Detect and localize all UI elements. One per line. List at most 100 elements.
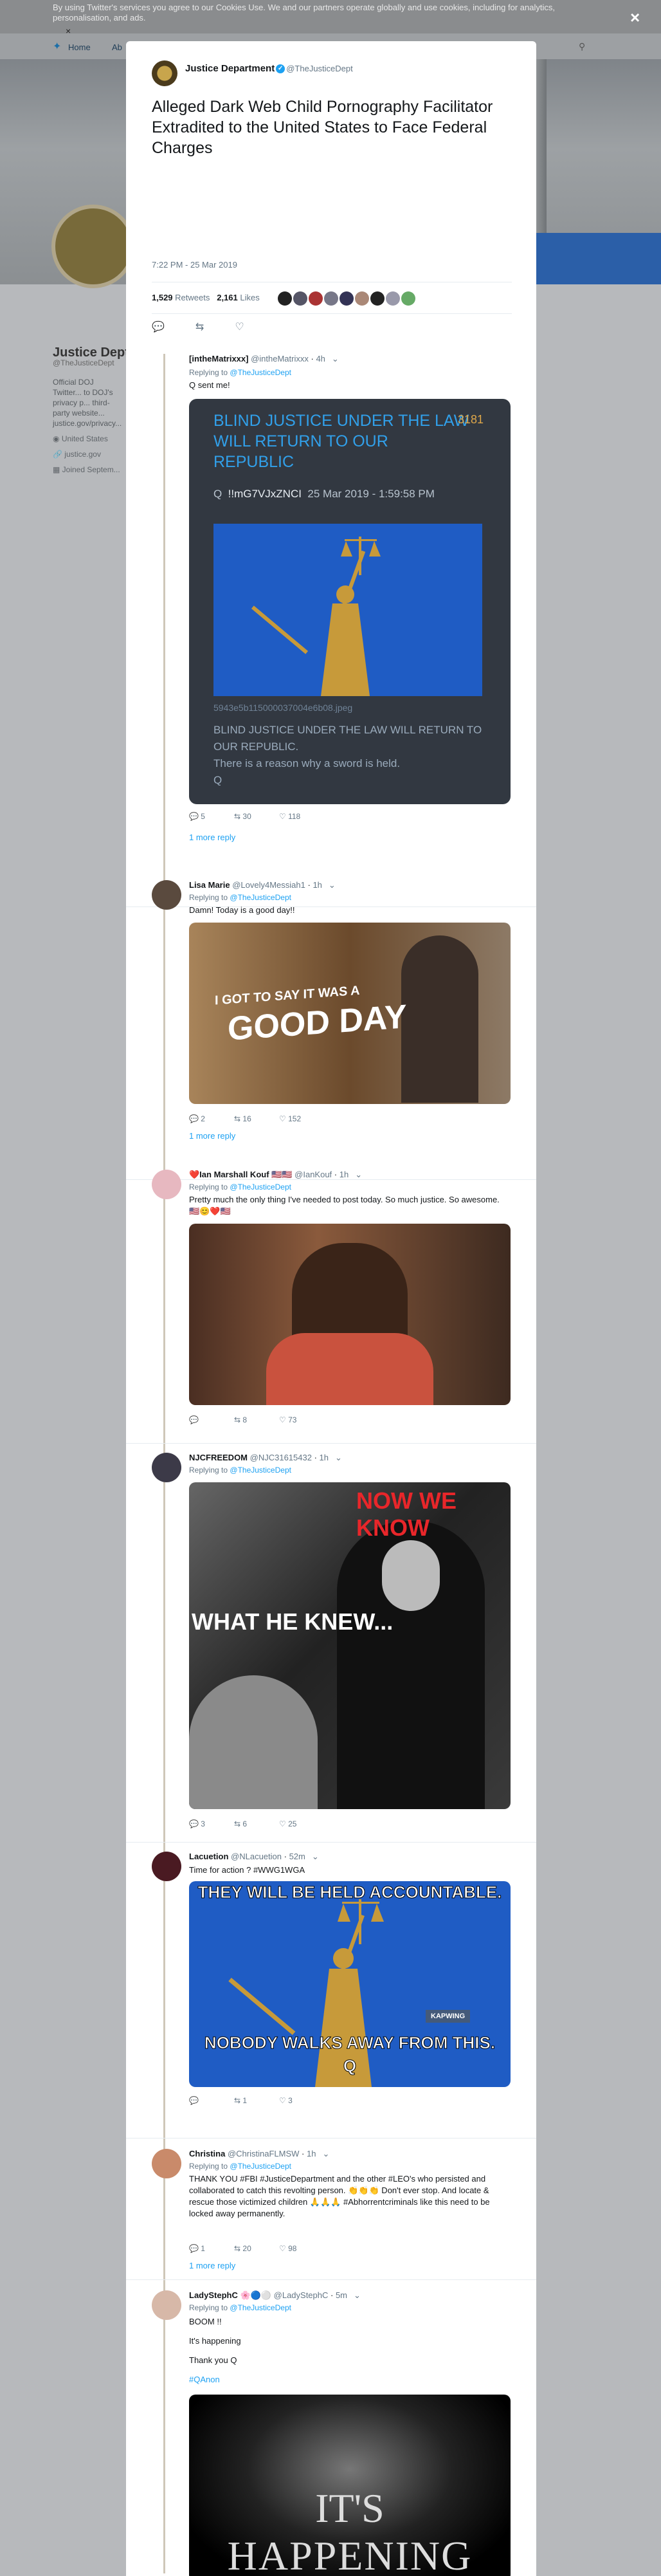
reply-tweet[interactable]: LadyStephC 🌸🔵⚪ @LadyStephC · 5m ⌄ Replyin… — [126, 2280, 536, 2576]
retweet-icon[interactable]: ⇆ — [195, 320, 204, 333]
reply-tweet[interactable]: Lisa Marie @Lovely4Messiah1 · 1h ⌄ Replyi… — [126, 871, 536, 1180]
reply-actions: 💬 ⇆ 8 ♡ 73 — [189, 1415, 324, 1424]
reply-author[interactable]: Lisa Marie @Lovely4Messiah1 · 1h ⌄ — [189, 880, 336, 890]
reply-author[interactable]: Lacuetion @NLacuetion · 52m ⌄ — [189, 1852, 319, 1862]
chevron-down-icon: ⌄ — [311, 1852, 319, 1861]
tweet-text: Alleged Dark Web Child Pornography Facil… — [152, 98, 493, 157]
retweet-count[interactable]: 1,529 — [152, 293, 173, 302]
reply-avatar[interactable] — [152, 2290, 181, 2320]
chevron-down-icon: ⌄ — [328, 880, 336, 890]
reply-avatar[interactable] — [152, 1852, 181, 1881]
like-icon[interactable]: ♡ — [235, 320, 244, 333]
reply-text: Pretty much the only thing I've needed t… — [189, 1195, 500, 1216]
like-count[interactable]: ♡ 152 — [279, 1114, 324, 1123]
verified-icon: ✓ — [276, 64, 285, 74]
more-replies-link[interactable]: 1 more reply — [189, 833, 235, 842]
reply-count[interactable]: 💬 — [189, 1415, 234, 1424]
tweet-timestamp[interactable]: 7:22 PM - 25 Mar 2019 — [152, 260, 237, 270]
chevron-down-icon: ⌄ — [335, 1453, 342, 1462]
more-replies-link[interactable]: 1 more reply — [189, 2261, 235, 2270]
hashtag-link[interactable]: #QAnon — [189, 2374, 511, 2386]
like-count[interactable]: ♡ 3 — [279, 2096, 324, 2105]
profile-location: ◉ United States — [53, 434, 108, 443]
reply-author[interactable]: LadyStephC 🌸🔵⚪ @LadyStephC · 5m ⌄ — [189, 2290, 361, 2301]
home-icon[interactable]: ✦ — [53, 40, 61, 53]
reply-tweet[interactable]: Lacuetion @NLacuetion · 52m ⌄ Time for ac… — [126, 1843, 536, 2139]
accountable-meme-image[interactable]: THEY WILL BE HELD ACCOUNTABLE. NOBODY WA… — [189, 1881, 511, 2087]
reply-count[interactable]: 💬 1 — [189, 2244, 234, 2253]
meme-caption-large: NOBODY WALKS AWAY FROM THIS. — [204, 2033, 496, 2053]
reply-count[interactable]: 💬 3 — [189, 1819, 234, 1828]
retweets-label: Retweets — [175, 293, 210, 302]
search-icon[interactable]: ⚲ — [579, 41, 585, 52]
reply-author[interactable]: Christina @ChristinaFLMSW · 1h ⌄ — [189, 2149, 329, 2159]
meme-caption: NOW WE KNOW — [356, 1487, 457, 1541]
reply-text: Time for action ? #WWG1WGA — [189, 1865, 305, 1875]
modal-close-button[interactable]: × — [630, 8, 640, 28]
tweet-stats: 1,529 Retweets 2,161 Likes — [152, 282, 512, 314]
reply-author[interactable]: [intheMatrixxx] @intheMatrixxx · 4h ⌄ — [189, 354, 339, 364]
replying-handle-link[interactable]: @TheJusticeDept — [230, 2162, 291, 2171]
author-avatar[interactable] — [152, 60, 177, 86]
retweet-count[interactable]: ⇆ 16 — [234, 1114, 279, 1123]
profile-avatar[interactable] — [51, 205, 135, 288]
qpost-image[interactable]: BLIND JUSTICE UNDER THE LAW WILL RETURN … — [189, 399, 511, 804]
now-we-know-meme-image[interactable]: NOW WE KNOW WHAT HE KNEW... — [189, 1482, 511, 1809]
qpost-number: 3181 — [457, 413, 484, 426]
like-count[interactable]: 2,161 — [217, 293, 238, 302]
reply-actions: 💬 3 ⇆ 6 ♡ 25 — [189, 1819, 324, 1828]
replying-handle-link[interactable]: @TheJusticeDept — [230, 2303, 291, 2312]
reply-text: Damn! Today is a good day!! — [189, 905, 295, 915]
reply-count[interactable]: 💬 2 — [189, 1114, 234, 1123]
retweet-count[interactable]: ⇆ 30 — [234, 812, 279, 821]
like-count[interactable]: ♡ 98 — [279, 2244, 324, 2253]
replying-to: Replying to @TheJusticeDept — [189, 1466, 291, 1475]
replying-handle-link[interactable]: @TheJusticeDept — [230, 1466, 291, 1475]
reply-icon[interactable]: 💬 — [152, 320, 165, 333]
retweet-count[interactable]: ⇆ 1 — [234, 2096, 279, 2105]
reply-actions: 💬 ⇆ 1 ♡ 3 — [189, 2096, 324, 2105]
replying-handle-link[interactable]: @TheJusticeDept — [230, 893, 291, 902]
reply-text: It's happening — [189, 2336, 241, 2346]
profile-joined: ▦ Joined Septem... — [53, 465, 120, 474]
nav-home[interactable]: Home — [68, 42, 91, 52]
reply-author[interactable]: NJCFREEDOM @NJC31615432 · 1h ⌄ — [189, 1453, 342, 1463]
reaction-gif-image[interactable] — [189, 1224, 511, 1405]
more-replies-link[interactable]: 1 more reply — [189, 1131, 235, 1141]
qpost-body: BLIND JUSTICE UNDER THE LAW WILL RETURN … — [213, 724, 482, 786]
reply-tweet[interactable]: [intheMatrixxx] @intheMatrixxx · 4h ⌄ Rep… — [126, 354, 536, 907]
its-happening-image[interactable]: IT'S HAPPENING — [189, 2395, 511, 2576]
reply-text: Q sent me! — [189, 380, 230, 390]
good-day-meme-image[interactable]: I GOT TO SAY IT WAS A GOOD DAY — [189, 923, 511, 1104]
replying-handle-link[interactable]: @TheJusticeDept — [230, 1182, 291, 1191]
reply-text: BOOM !! — [189, 2317, 222, 2326]
reply-avatar[interactable] — [152, 2149, 181, 2178]
profile-url[interactable]: 🔗 justice.gov — [53, 449, 123, 459]
reply-tweet[interactable]: Christina @ChristinaFLMSW · 1h ⌄ Replying… — [126, 2139, 536, 2280]
meme-caption: IT'S — [315, 2485, 385, 2531]
replying-to: Replying to @TheJusticeDept — [189, 368, 291, 377]
retweet-count[interactable]: ⇆ 6 — [234, 1819, 279, 1828]
replying-handle-link[interactable]: @TheJusticeDept — [230, 368, 291, 377]
reply-count[interactable]: 💬 5 — [189, 812, 234, 821]
reply-text: Thank you Q — [189, 2355, 237, 2365]
reply-avatar[interactable] — [152, 880, 181, 910]
reply-author[interactable]: ❤️Ian Marshall Kouf 🇺🇸🇺🇸 @IanKouf · 1h ⌄ — [189, 1170, 362, 1180]
reply-tweet[interactable]: NJCFREEDOM @NJC31615432 · 1h ⌄ Replying t… — [126, 1444, 536, 1843]
meme-caption-large: WHAT HE KNEW... — [192, 1608, 394, 1635]
likes-label: Likes — [240, 293, 260, 302]
nav-about[interactable]: Ab — [112, 42, 122, 52]
reply-tweet[interactable]: ❤️Ian Marshall Kouf 🇺🇸🇺🇸 @IanKouf · 1h ⌄ … — [126, 1161, 536, 1444]
like-count[interactable]: ♡ 118 — [279, 812, 324, 821]
reply-avatar[interactable] — [152, 1170, 181, 1199]
liker-avatars[interactable] — [278, 291, 417, 306]
like-count[interactable]: ♡ 73 — [279, 1415, 324, 1424]
reply-avatar[interactable] — [152, 1453, 181, 1482]
chevron-down-icon: ⌄ — [354, 2290, 361, 2300]
retweet-count[interactable]: ⇆ 20 — [234, 2244, 279, 2253]
reply-count[interactable]: 💬 — [189, 2096, 234, 2105]
like-count[interactable]: ♡ 25 — [279, 1819, 324, 1828]
retweet-count[interactable]: ⇆ 8 — [234, 1415, 279, 1424]
author-name[interactable]: Justice Department ✓ @TheJusticeDept — [185, 63, 353, 74]
replying-to: Replying to @TheJusticeDept — [189, 2303, 291, 2312]
